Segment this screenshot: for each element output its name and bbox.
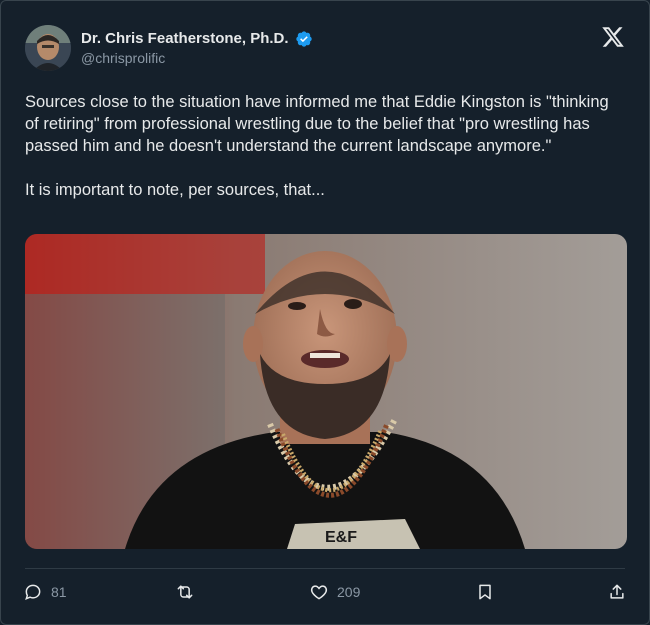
share-button[interactable]: [607, 579, 627, 605]
verified-badge-icon: [295, 31, 312, 47]
tweet-text: Sources close to the situation have info…: [25, 91, 625, 201]
tweet-actions: 81 209: [23, 579, 627, 605]
like-count: 209: [337, 584, 361, 600]
reply-icon: [25, 584, 41, 600]
bookmark-button[interactable]: [475, 579, 495, 605]
user-meta: Dr. Chris Featherstone, Ph.D. @chrisprol…: [81, 29, 313, 67]
author-name-row[interactable]: Dr. Chris Featherstone, Ph.D.: [81, 29, 313, 49]
shirt-print-text: E&F: [325, 529, 357, 546]
wrestler-photo: E&F: [25, 234, 627, 549]
repost-icon: [177, 585, 193, 599]
tweet-paragraph-2: It is important to note, per sources, th…: [25, 181, 325, 199]
heart-icon: [310, 585, 328, 600]
like-button[interactable]: 209: [309, 579, 360, 605]
tweet-header: Dr. Chris Featherstone, Ph.D. @chrisprol…: [25, 25, 625, 73]
author-name[interactable]: Dr. Chris Featherstone, Ph.D.: [81, 29, 289, 49]
share-icon: [610, 584, 624, 599]
tweet-paragraph-1: Sources close to the situation have info…: [25, 93, 609, 155]
tweet-card: Dr. Chris Featherstone, Ph.D. @chrisprol…: [0, 0, 650, 625]
x-logo-icon[interactable]: [601, 25, 625, 49]
reply-count: 81: [51, 584, 67, 600]
reply-button[interactable]: 81: [23, 579, 67, 605]
bookmark-icon: [479, 584, 491, 600]
repost-button[interactable]: [175, 579, 203, 605]
avatar-image: [25, 25, 71, 71]
author-handle[interactable]: @chrisprolific: [81, 49, 313, 67]
tweet-media-photo[interactable]: E&F: [25, 234, 627, 549]
actions-divider: [25, 568, 625, 569]
avatar[interactable]: [25, 25, 71, 71]
